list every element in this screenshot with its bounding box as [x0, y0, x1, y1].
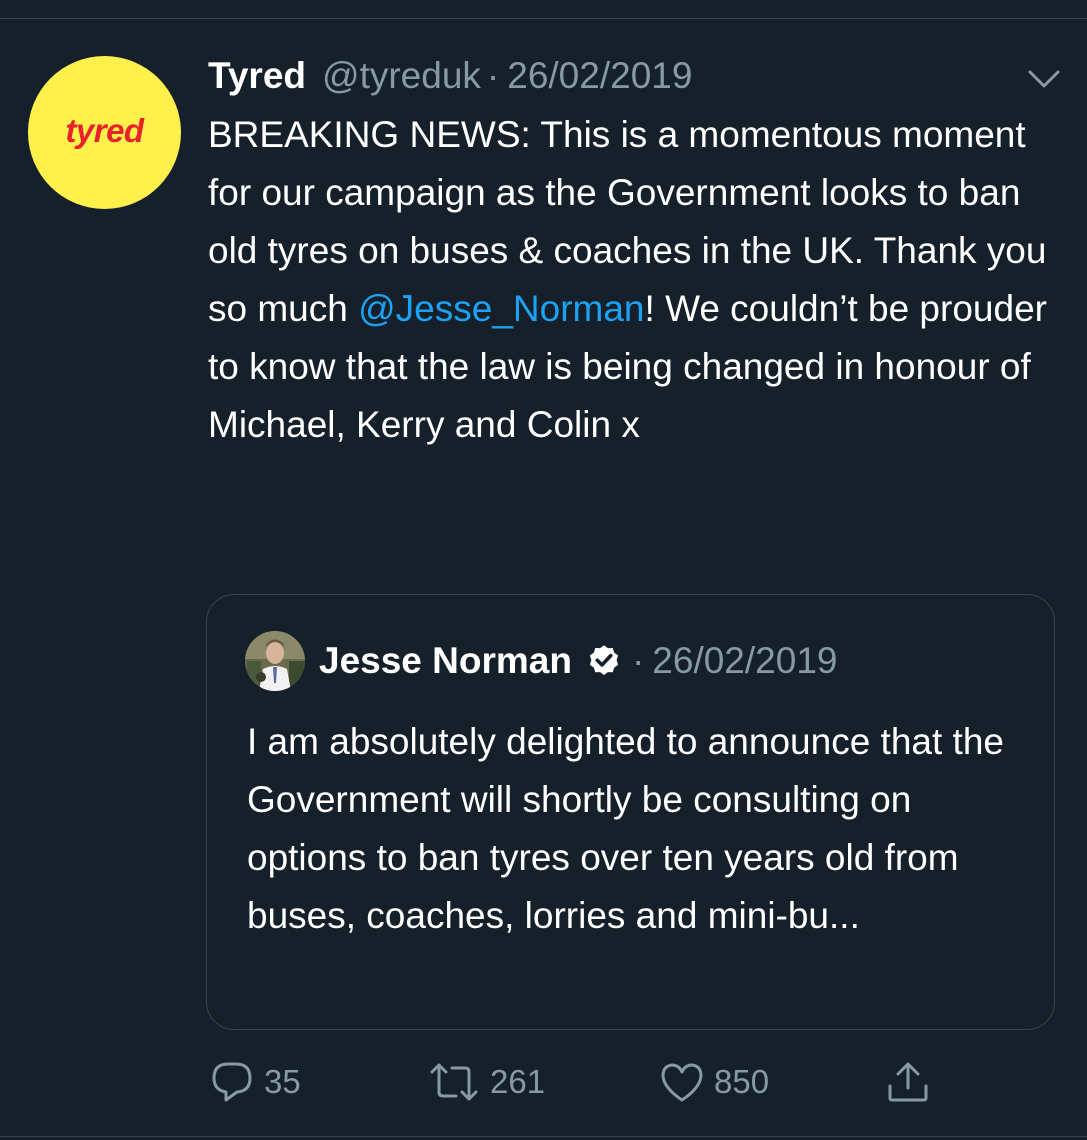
verified-badge-icon [589, 645, 619, 675]
quoted-avatar [245, 631, 305, 691]
retweet-count: 261 [490, 1063, 546, 1100]
retweet-button[interactable]: 261 [426, 1056, 545, 1108]
heart-icon [661, 1063, 703, 1102]
bottom-divider [0, 1136, 1087, 1137]
avatar[interactable]: tyred [28, 56, 181, 209]
handle[interactable]: @tyreduk [322, 55, 481, 97]
mention-link[interactable]: @Jesse_Norman [358, 288, 644, 329]
action-bar: 35 261 850 [208, 1056, 968, 1108]
reply-button[interactable]: 35 [208, 1056, 301, 1108]
quoted-date: 26/02/2019 [652, 640, 838, 681]
retweet-icon [430, 1063, 478, 1101]
reply-count: 35 [264, 1063, 301, 1100]
chevron-down-icon[interactable] [1024, 64, 1064, 92]
quoted-text: I am absolutely delighted to announce th… [247, 721, 1004, 936]
reply-icon [212, 1062, 252, 1102]
quoted-display-name: Jesse Norman [319, 640, 572, 681]
separator-dot: · [486, 55, 500, 96]
share-icon [888, 1062, 928, 1102]
quoted-header: Jesse Norman · 26/02/2019 [319, 635, 837, 687]
tweet-text: BREAKING NEWS: This is a momentous momen… [208, 106, 1068, 454]
avatar-logo: tyred [65, 111, 144, 149]
tweet-header: Tyred @tyreduk · 26/02/2019 [208, 50, 692, 102]
like-count: 850 [714, 1063, 770, 1100]
separator-dot: · [631, 640, 645, 681]
share-button[interactable] [884, 1056, 932, 1108]
quoted-tweet[interactable]: Jesse Norman · 26/02/2019 I am absolutel… [206, 594, 1055, 1030]
display-name[interactable]: Tyred [208, 55, 306, 97]
like-button[interactable]: 850 [658, 1056, 769, 1108]
tweet-date[interactable]: 26/02/2019 [507, 55, 692, 97]
quoted-avatar-photo [245, 631, 305, 691]
tweet[interactable]: tyred Tyred @tyreduk · 26/02/2019 BREAKI… [0, 0, 1087, 1140]
